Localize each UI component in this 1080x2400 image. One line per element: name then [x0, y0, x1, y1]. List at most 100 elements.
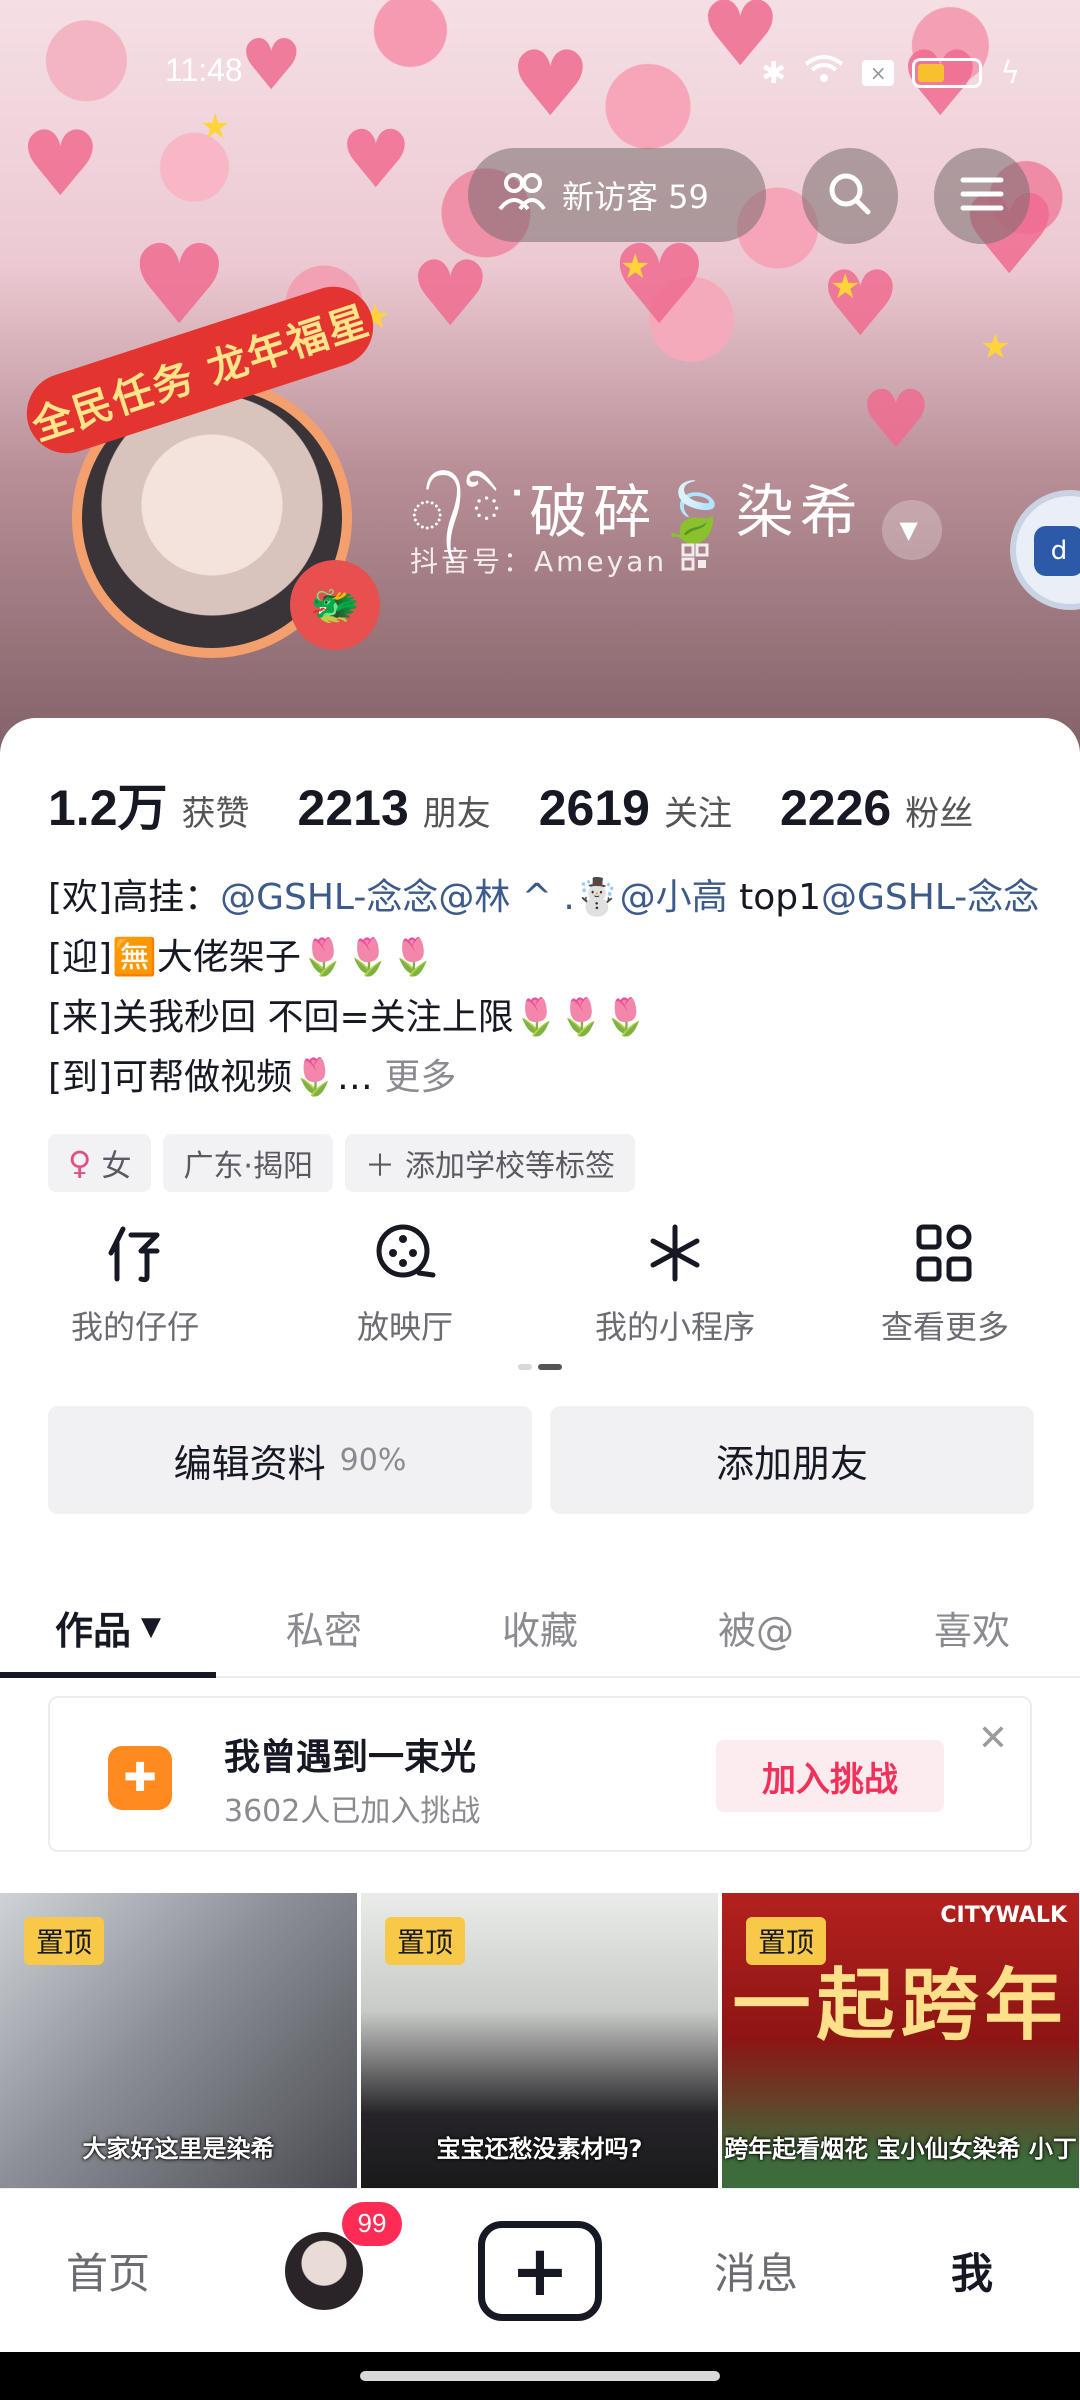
- video-thumbnail[interactable]: CITYWALK 一起跨年 置顶 跨年起看烟花 宝小仙女染希 小丁: [722, 1893, 1079, 2188]
- shortcut-more[interactable]: 查看更多: [810, 1218, 1080, 1348]
- film-reel-icon: [370, 1218, 440, 1288]
- dragon-mascot-icon: 🐲: [290, 560, 380, 650]
- video-corner-text: CITYWALK: [940, 1903, 1067, 1928]
- chevron-down-icon[interactable]: ▼: [881, 499, 942, 560]
- video-thumbnail[interactable]: 置顶 宝宝还愁没素材吗?: [361, 1893, 718, 2188]
- side-badge[interactable]: d: [1010, 490, 1080, 610]
- tab-mentioned[interactable]: 被@: [648, 1578, 864, 1676]
- shortcut-zaizai[interactable]: 我的仔仔: [0, 1218, 270, 1348]
- bio-text: top1: [727, 877, 821, 918]
- mention-link[interactable]: @GSHL-念念@林 ^ .☃️@小高: [220, 877, 728, 918]
- new-visitors-label: 新访客 59: [562, 178, 709, 216]
- challenge-title: 我曾遇到一束光: [224, 1737, 477, 1778]
- star-decoration: ★: [980, 327, 1011, 367]
- video-caption: 跨年起看烟花 宝小仙女染希 小丁: [724, 2135, 1077, 2163]
- tag-label: 添加学校等标签: [404, 1149, 615, 1184]
- new-visitors-button[interactable]: 新访客 59: [468, 148, 766, 242]
- nav-label: 消息: [713, 2249, 798, 2298]
- clock: 11:48: [165, 52, 243, 88]
- menu-button[interactable]: [934, 148, 1030, 244]
- grid-icon: [910, 1218, 980, 1288]
- challenge-subtitle: 3602人已加入挑战: [224, 1794, 481, 1829]
- shortcut-mini-programs[interactable]: 我的小程序: [540, 1218, 810, 1348]
- heart-decoration: ♥: [410, 242, 491, 347]
- star-decoration: ★: [200, 107, 231, 147]
- shortcut-label: 放映厅: [356, 1308, 453, 1346]
- bio-more-link[interactable]: 更多: [373, 1057, 456, 1098]
- pinned-badge: 置顶: [385, 1917, 466, 1965]
- tab-private[interactable]: 私密: [216, 1578, 432, 1676]
- pager-dot-active: [538, 1364, 562, 1370]
- tag-location[interactable]: 广东·揭阳: [163, 1134, 333, 1192]
- stat-likes[interactable]: 1.2万 获赞: [48, 768, 250, 840]
- mention-link[interactable]: @GSHL-念念: [821, 877, 1039, 918]
- heart-decoration: ♥: [340, 113, 412, 206]
- female-icon: ♀: [68, 1144, 92, 1182]
- video-caption: 大家好这里是染希: [82, 2135, 275, 2163]
- home-indicator[interactable]: [360, 2371, 720, 2381]
- battery-level: [918, 64, 945, 82]
- people-icon: [498, 171, 546, 219]
- stat-followers[interactable]: 2226 粉丝: [780, 779, 973, 837]
- stat-value: 2619: [538, 780, 650, 836]
- stat-value: 2213: [297, 780, 409, 836]
- shortcuts-row: 我的仔仔 放映厅 我的小程序 查看更多: [0, 1218, 1080, 1348]
- search-icon: [826, 170, 874, 222]
- nav-friends[interactable]: 99: [216, 2201, 432, 2310]
- stat-label: 朋友: [422, 794, 491, 834]
- mini-program-icon: [640, 1218, 710, 1288]
- notification-badge: 99: [342, 2201, 402, 2246]
- shortcut-cinema[interactable]: 放映厅: [270, 1218, 540, 1348]
- nav-create[interactable]: +: [432, 2220, 648, 2321]
- profile-banner[interactable]: ♥ ♥ ♥ ♥ ♥ ♥ ♥ ♥ ♥ ♥ ♥ ♥ ★ ★ ★ ★ ★ 11:48 …: [0, 0, 1080, 760]
- stat-value: 2226: [779, 780, 892, 836]
- profile-actions: 编辑资料 90% 添加朋友: [48, 1406, 1034, 1514]
- edit-profile-label: 编辑资料: [173, 1441, 326, 1486]
- profile-card: 1.2万 获赞 2213 朋友 2619 关注 2226 粉丝 [欢]高挂：@G…: [0, 718, 1080, 2188]
- douyin-id-row[interactable]: 抖音号：Ameyan: [410, 540, 709, 580]
- tab-label: 被@: [717, 1608, 794, 1653]
- bottom-nav: 首页 99 + 消息 我: [0, 2188, 1080, 2352]
- qr-code-icon[interactable]: [681, 543, 709, 578]
- stat-friends[interactable]: 2213 朋友: [298, 779, 491, 837]
- status-icons: ✱ × ϟ: [761, 54, 1020, 92]
- add-friend-button[interactable]: 添加朋友: [550, 1406, 1034, 1514]
- search-button[interactable]: [802, 148, 898, 244]
- stat-label: 关注: [663, 794, 732, 834]
- close-icon[interactable]: ✕: [978, 1718, 1008, 1759]
- tab-works[interactable]: 作品 ▼: [0, 1578, 216, 1678]
- stat-following[interactable]: 2619 关注: [539, 779, 732, 837]
- shortcut-label: 我的仔仔: [70, 1308, 199, 1346]
- bluetooth-icon: ✱: [761, 55, 787, 91]
- tag-add-school[interactable]: ＋ 添加学校等标签: [344, 1134, 635, 1192]
- bio-text: [到]可帮做视频🌷…: [48, 1057, 373, 1098]
- pinned-badge: 置顶: [746, 1917, 827, 1965]
- stat-label: 获赞: [181, 794, 250, 834]
- gesture-bar: [0, 2352, 1080, 2400]
- battery-icon: [912, 58, 983, 88]
- nickname: ᭄ིᐝ破碎🍃染希: [410, 478, 864, 546]
- caret-down-icon: ▼: [141, 1612, 161, 1642]
- challenge-card[interactable]: ✚ 我曾遇到一束光 3602人已加入挑战 加入挑战 ✕: [48, 1696, 1032, 1852]
- star-decoration: ★: [620, 247, 651, 287]
- edit-profile-button[interactable]: 编辑资料 90%: [48, 1406, 532, 1514]
- content-tabs: 作品 ▼ 私密 收藏 被@ 喜欢: [0, 1578, 1080, 1678]
- video-grid: 置顶 大家好这里是染希 置顶 宝宝还愁没素材吗? CITYWALK 一起跨年 置…: [0, 1893, 1080, 2188]
- add-friend-label: 添加朋友: [715, 1441, 868, 1486]
- tag-gender[interactable]: ♀ 女: [48, 1134, 152, 1192]
- shortcut-pager: [518, 1364, 562, 1370]
- avatar-wrap[interactable]: 全民任务 龙年福星 🐲: [16, 276, 384, 660]
- nickname-row[interactable]: ᭄ིᐝ破碎🍃染希 ▼: [410, 448, 942, 611]
- tab-likes[interactable]: 喜欢: [864, 1578, 1080, 1676]
- nav-messages[interactable]: 消息: [648, 2240, 864, 2301]
- tab-label: 收藏: [501, 1608, 578, 1653]
- nav-home[interactable]: 首页: [0, 2240, 216, 2301]
- bio[interactable]: [欢]高挂：@GSHL-念念@林 ^ .☃️@小高 top1@GSHL-念念 […: [48, 868, 1039, 1108]
- video-thumbnail[interactable]: 置顶 大家好这里是染希: [0, 1893, 357, 2188]
- tab-favorites[interactable]: 收藏: [432, 1578, 648, 1676]
- nav-me[interactable]: 我: [864, 2240, 1080, 2301]
- profile-completion: 90%: [339, 1442, 407, 1478]
- friends-avatar: [285, 2231, 363, 2310]
- join-challenge-button[interactable]: 加入挑战: [716, 1740, 944, 1812]
- shortcut-label: 查看更多: [880, 1308, 1009, 1346]
